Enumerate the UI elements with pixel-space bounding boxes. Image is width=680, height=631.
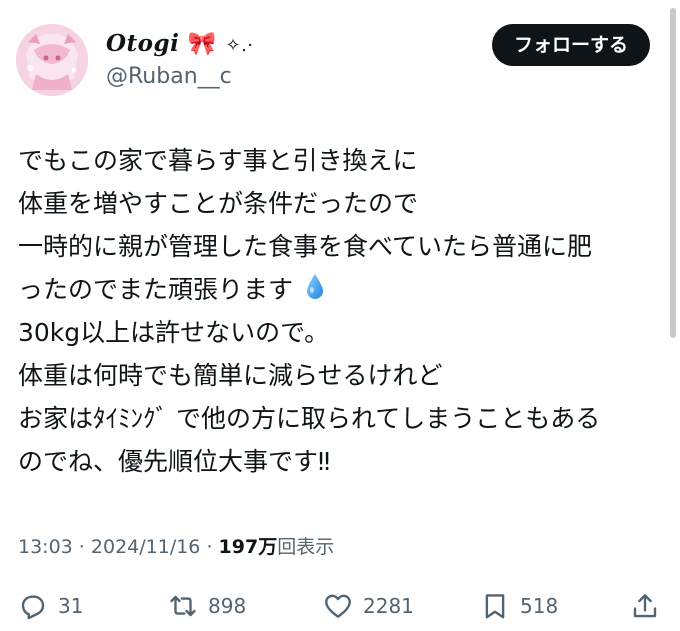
scrollbar[interactable] <box>670 8 676 338</box>
reply-count: 31 <box>58 594 84 618</box>
tweet-time[interactable]: 13:03 <box>18 536 73 558</box>
tweet-line: 一時的に親が管理した食事を食べていたら普通に肥 <box>18 232 593 261</box>
share-button[interactable] <box>630 584 660 628</box>
like-count: 2281 <box>363 594 414 618</box>
tweet-line: 体重は何時でも簡単に減らせるけれど <box>18 361 443 390</box>
retweet-count: 898 <box>208 594 247 618</box>
avatar-image <box>16 24 88 96</box>
tweet-date[interactable]: 2024/11/16 <box>91 536 201 558</box>
avatar[interactable] <box>16 24 88 96</box>
heart-icon <box>325 594 351 618</box>
retweet-icon <box>170 595 196 617</box>
follow-button[interactable]: フォローする <box>491 24 650 66</box>
views-count: 197万 <box>218 536 278 558</box>
retweet-button[interactable]: 898 <box>168 584 246 628</box>
user-handle[interactable]: @Ruban__c <box>106 64 232 89</box>
droplet-icon <box>305 271 325 314</box>
sparkle-decoration: ✧.· <box>225 35 254 56</box>
meta-separator: · <box>72 536 91 558</box>
like-button[interactable]: 2281 <box>323 584 414 628</box>
reply-button[interactable]: 31 <box>18 584 83 628</box>
reply-icon <box>21 595 45 620</box>
tweet-line: お家はﾀｲﾐﾝｸﾞ で他の方に取られてしまうこともある <box>18 404 601 433</box>
bow-emoji-icon: 🎀 <box>187 30 217 57</box>
bookmark-icon <box>485 594 505 619</box>
bookmark-count: 518 <box>520 594 559 618</box>
tweet-meta: 13:03 · 2024/11/16 · 197万回表示 <box>18 532 334 559</box>
action-bar: 31 898 2281 518 <box>18 584 664 628</box>
share-icon <box>633 594 657 618</box>
tweet-line: のでね、優先順位大事です‼︎ <box>18 447 331 476</box>
tweet-line-text: ったのでまた頑張ります <box>18 275 294 304</box>
tweet-line-with-emoji: ったのでまた頑張ります <box>18 268 658 311</box>
tweet-line: 体重を増やすことが条件だったので <box>18 189 419 218</box>
meta-separator: · <box>200 536 219 558</box>
tweet-line: 30kg以上は許せないので。 <box>18 318 330 347</box>
tweet-line: でもこの家で暮らす事と引き換えに <box>18 146 418 175</box>
bookmark-button[interactable]: 518 <box>480 584 558 628</box>
views-label: 回表示 <box>277 536 335 558</box>
tweet-text: でもこの家で暮らす事と引き換えに 体重を増やすことが条件だったので 一時的に親が… <box>18 139 658 483</box>
tweet-header: Otogi 🎀 ✧.· @Ruban__c フォローする <box>16 24 650 98</box>
display-name-text: Otogi <box>106 30 180 57</box>
display-name[interactable]: Otogi 🎀 ✧.· <box>106 30 254 57</box>
